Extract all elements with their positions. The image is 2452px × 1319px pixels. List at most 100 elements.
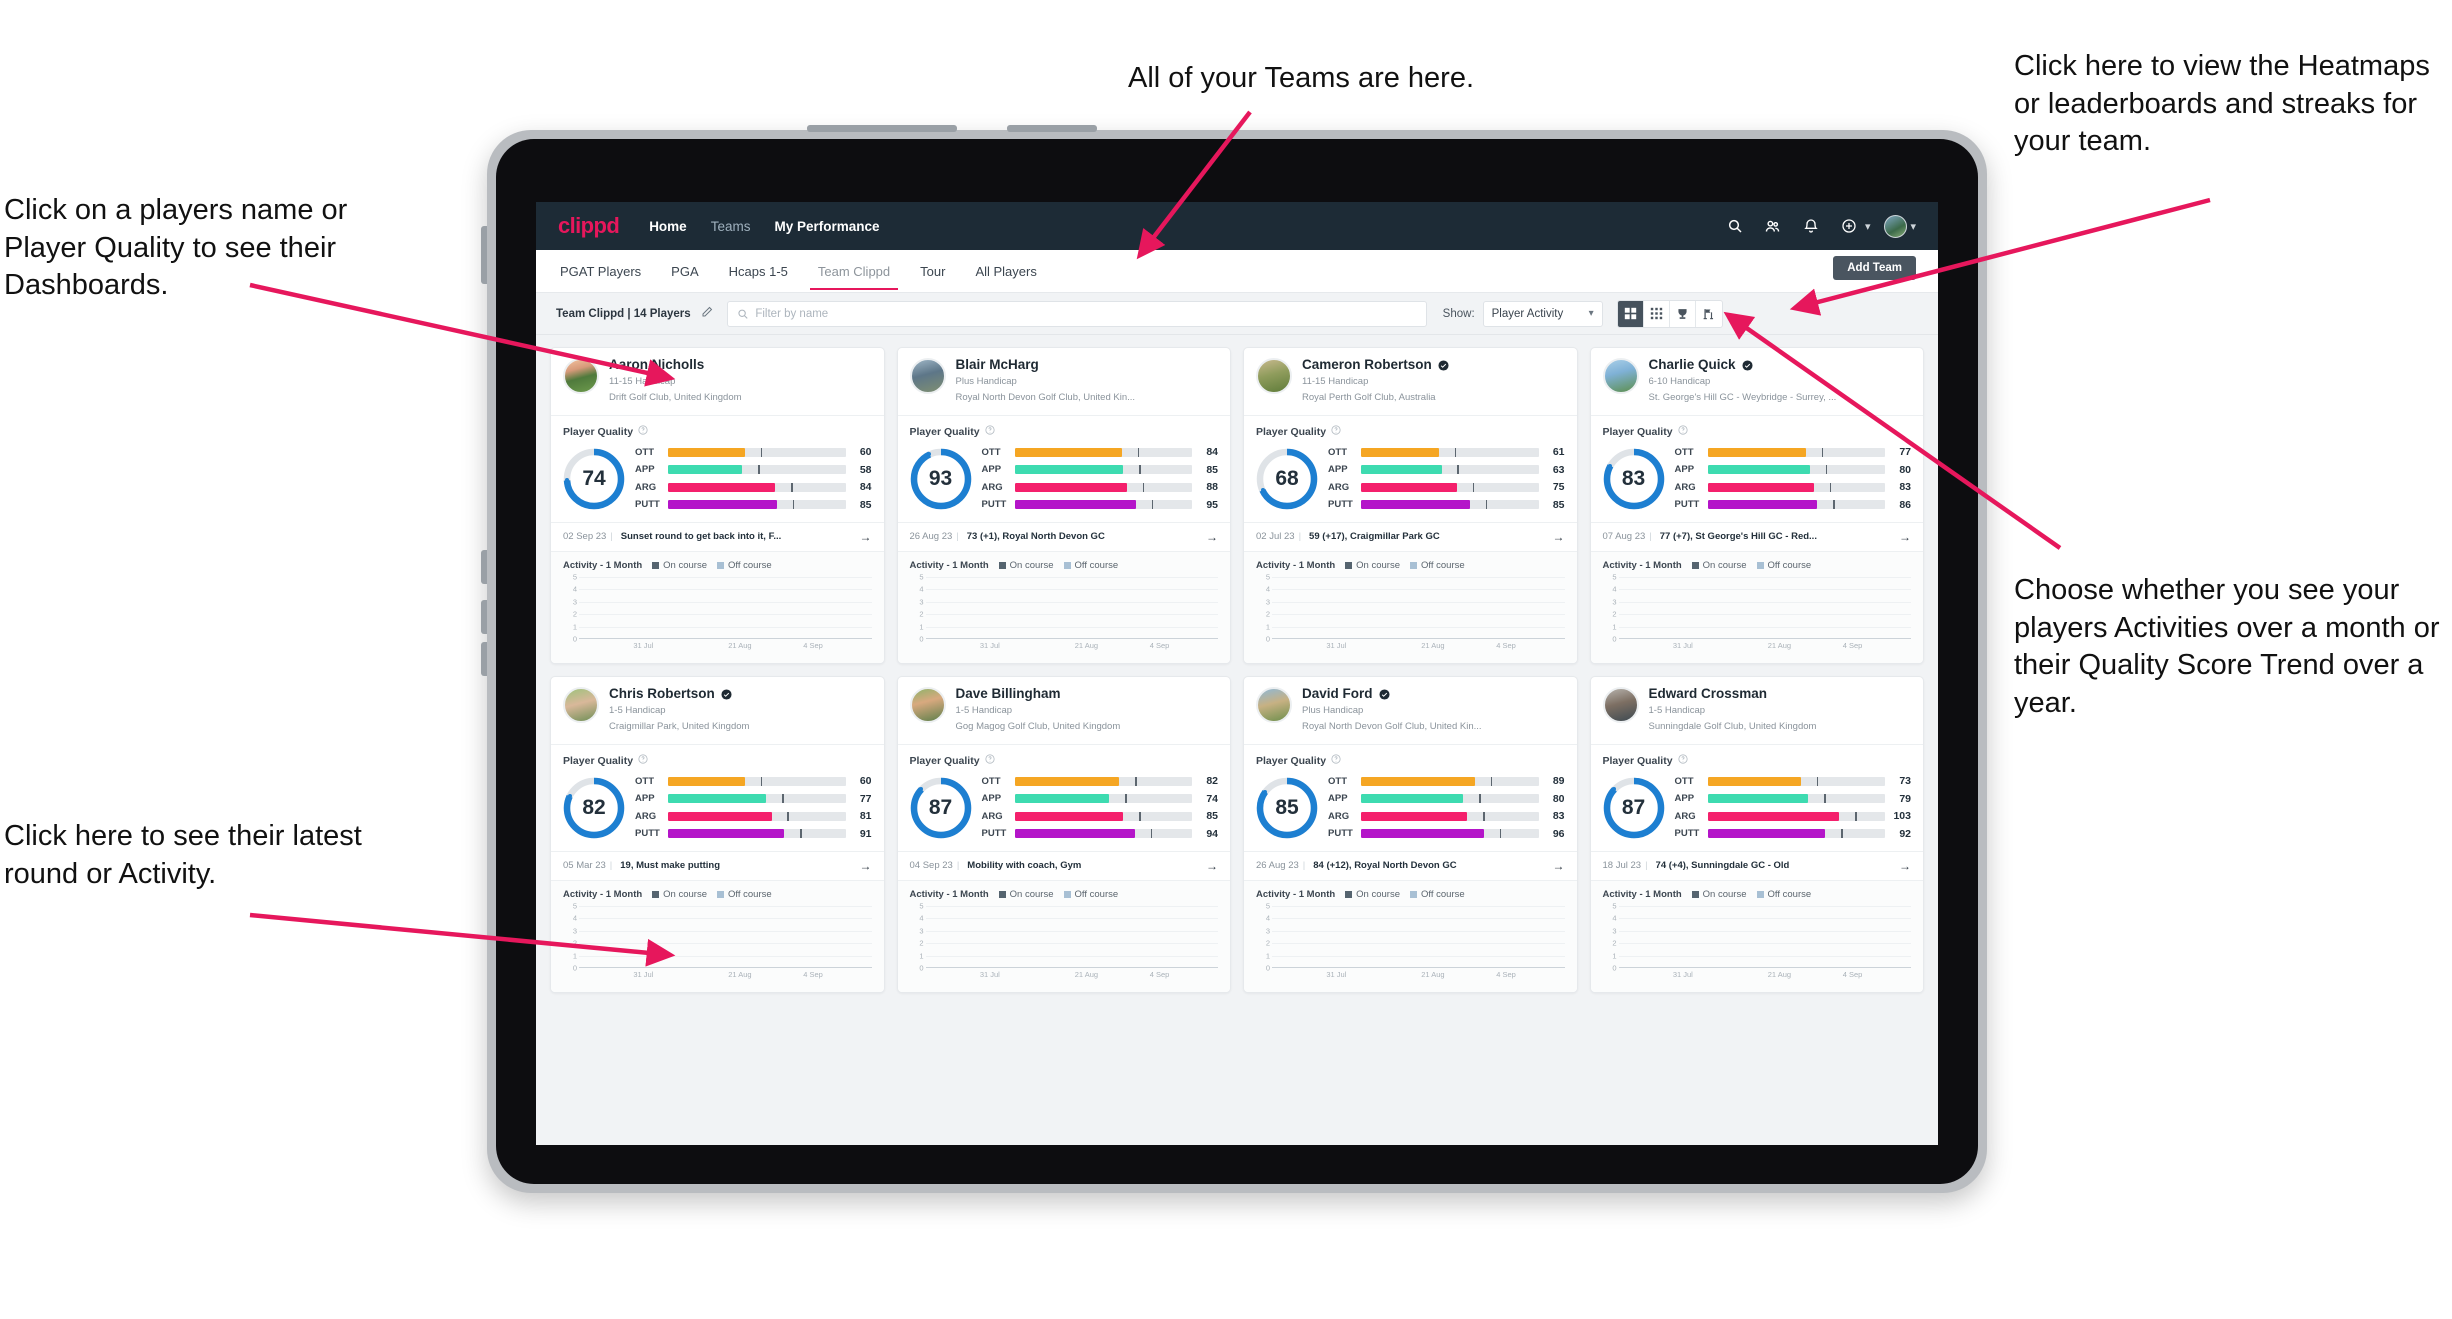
latest-round-row[interactable]: 04 Sep 23 | Mobility with coach, Gym → [897, 850, 1230, 880]
show-select[interactable]: Player Activity ▾ [1482, 300, 1603, 327]
y-tick-label: 5 [572, 572, 577, 582]
grid-view-button[interactable] [1617, 300, 1644, 327]
player-name[interactable]: Blair McHarg [956, 357, 1136, 373]
player-quality-section[interactable]: Player Quality 83 OTT 77 APP 80 ARG 83 PUTT 86 [1590, 415, 1923, 522]
latest-round-row[interactable]: 26 Aug 23 | 84 (+12), Royal North Devon GC… [1244, 850, 1577, 880]
search-input[interactable] [755, 307, 1417, 320]
metric-bar-fill [1014, 794, 1110, 804]
player-card[interactable]: Aaron Nicholls 11-15 Handicap Drift Golf C… [550, 347, 885, 664]
player-card[interactable]: Edward Crossman 1-5 Handicap Sunningdale G… [1589, 675, 1924, 993]
metric-bar-track [1014, 447, 1192, 457]
player-card[interactable]: Cameron Robertson 11-15 Handicap Royal Per… [1243, 347, 1578, 664]
player-card[interactable]: Charlie Quick 6-10 Handicap St. George's H… [1589, 347, 1924, 664]
tab-all-players[interactable]: All Players [973, 252, 1038, 290]
player-quality-section[interactable]: Player Quality 82 OTT 60 APP 77 ARG 81 PUTT 91 [551, 744, 884, 851]
help-icon[interactable] [1331, 425, 1341, 438]
metric-row: APP 74 [982, 792, 1219, 806]
plus-circle-icon[interactable] [1836, 213, 1862, 239]
tab-hcaps-1-5[interactable]: Hcaps 1-5 [727, 252, 790, 290]
arrow-right-icon[interactable]: → [852, 530, 872, 544]
tab-pga[interactable]: PGA [669, 252, 700, 290]
help-icon[interactable] [638, 754, 648, 767]
search-input-wrapper[interactable] [726, 300, 1427, 327]
player-card-header[interactable]: David Ford Plus Handicap Royal North Devon… [1244, 677, 1577, 744]
player-quality-section[interactable]: Player Quality 68 OTT 61 APP 63 ARG 75 PUTT 85 [1244, 415, 1577, 522]
latest-round-row[interactable]: 26 Aug 23 | 73 (+1), Royal North Devon GC → [897, 521, 1230, 551]
help-icon[interactable] [984, 425, 995, 438]
help-icon[interactable] [1331, 754, 1341, 767]
chevron-down-icon[interactable]: ▾ [1910, 220, 1916, 233]
quality-ring[interactable]: 74 [563, 448, 625, 510]
quality-ring[interactable]: 82 [563, 777, 625, 839]
metric-bar-fill [1707, 500, 1818, 510]
tablet-bezel: clippd Home Teams My Performance ▾ ▾ PGA… [496, 139, 1978, 1184]
player-quality-section[interactable]: Player Quality 93 OTT 84 APP 85 ARG 88 PUTT 95 [897, 415, 1230, 522]
arrow-right-icon[interactable]: → [1198, 530, 1218, 544]
quality-ring[interactable]: 85 [1256, 777, 1318, 839]
avatar[interactable] [1884, 214, 1908, 238]
arrow-right-icon[interactable]: → [1891, 530, 1911, 544]
edit-pencil-icon[interactable] [701, 305, 713, 323]
latest-round-row[interactable]: 18 Jul 23 | 74 (+4), Sunningdale GC - Old → [1590, 850, 1923, 880]
quality-ring[interactable]: 87 [1603, 777, 1665, 839]
quality-ring[interactable]: 93 [910, 448, 972, 510]
x-tick-label: 4 Sep [1842, 640, 1863, 650]
player-quality-section[interactable]: Player Quality 87 OTT 73 APP 79 ARG 103 PUTT 92 [1590, 744, 1923, 851]
latest-round-row[interactable]: 05 Mar 23 | 19, Must make putting → [551, 850, 884, 880]
tab-tour[interactable]: Tour [918, 252, 947, 290]
trophy-view-button[interactable] [1670, 300, 1696, 327]
bell-icon[interactable] [1798, 213, 1824, 239]
player-card-header[interactable]: Charlie Quick 6-10 Handicap St. George's H… [1591, 348, 1924, 415]
add-team-button[interactable]: Add Team [1833, 256, 1916, 280]
clippd-logo[interactable]: clippd [558, 213, 620, 239]
player-name[interactable]: Charlie Quick [1649, 357, 1837, 373]
search-icon[interactable] [1722, 213, 1748, 239]
player-card-header[interactable]: Chris Robertson 1-5 Handicap Craigmillar P… [551, 677, 884, 744]
help-icon[interactable] [1677, 425, 1688, 438]
round-date: 07 Aug 23 [1602, 531, 1646, 543]
tab-pgat-players[interactable]: PGAT Players [558, 252, 643, 290]
leaderboard-view-button[interactable] [1696, 301, 1722, 327]
help-icon[interactable] [1677, 754, 1688, 767]
player-card[interactable]: Dave Billingham 1-5 Handicap Gog Magog Gol… [896, 675, 1231, 993]
latest-round-row[interactable]: 02 Jul 23 | 59 (+17), Craigmillar Park GC → [1244, 521, 1577, 551]
metric-bar-fill [1707, 482, 1814, 492]
nav-home[interactable]: Home [649, 219, 687, 234]
dots-grid-view-button[interactable] [1644, 300, 1670, 327]
latest-round-row[interactable]: 02 Sep 23 | Sunset round to get back into … [551, 521, 884, 551]
player-quality-section[interactable]: Player Quality 85 OTT 89 APP 80 ARG 83 PUTT 96 [1244, 744, 1577, 851]
player-name[interactable]: Edward Crossman [1649, 686, 1817, 702]
player-card-header[interactable]: Dave Billingham 1-5 Handicap Gog Magog Gol… [898, 677, 1231, 744]
nav-my-performance[interactable]: My Performance [774, 219, 879, 234]
player-name[interactable]: Chris Robertson [609, 686, 749, 702]
arrow-right-icon[interactable]: → [1198, 859, 1218, 873]
player-card-header[interactable]: Blair McHarg Plus Handicap Royal North Dev… [898, 348, 1231, 415]
arrow-right-icon[interactable]: → [1545, 859, 1565, 873]
arrow-right-icon[interactable]: → [1545, 530, 1565, 544]
player-quality-section[interactable]: Player Quality 87 OTT 82 APP 74 ARG 85 PUTT 94 [897, 744, 1230, 851]
latest-round-row[interactable]: 07 Aug 23 | 77 (+7), St George's Hill GC -… [1590, 521, 1923, 551]
player-card-header[interactable]: Cameron Robertson 11-15 Handicap Royal Per… [1244, 348, 1577, 415]
tab-team-clippd[interactable]: Team Clippd [809, 252, 899, 290]
player-card-header[interactable]: Edward Crossman 1-5 Handicap Sunningdale G… [1591, 677, 1924, 744]
chevron-down-icon[interactable]: ▾ [1865, 220, 1871, 233]
player-quality-section[interactable]: Player Quality 74 OTT 60 APP 58 ARG 84 PUTT 85 [551, 415, 884, 522]
help-icon[interactable] [638, 425, 648, 438]
player-card-header[interactable]: Aaron Nicholls 11-15 Handicap Drift Golf C… [551, 348, 884, 415]
arrow-right-icon[interactable]: → [1891, 859, 1911, 873]
arrow-right-icon[interactable]: → [852, 859, 872, 873]
player-name[interactable]: Aaron Nicholls [609, 357, 742, 373]
player-name[interactable]: Dave Billingham [956, 686, 1121, 702]
player-card[interactable]: David Ford Plus Handicap Royal North Devon… [1243, 675, 1578, 993]
quality-ring[interactable]: 83 [1603, 448, 1665, 510]
quality-ring[interactable]: 68 [1256, 448, 1318, 510]
quality-ring[interactable]: 87 [910, 777, 972, 839]
player-card[interactable]: Blair McHarg Plus Handicap Royal North Dev… [896, 347, 1231, 664]
player-card[interactable]: Chris Robertson 1-5 Handicap Craigmillar P… [550, 675, 885, 993]
people-icon[interactable] [1760, 213, 1786, 239]
metric-value: 85 [1206, 463, 1218, 476]
player-name[interactable]: David Ford [1302, 686, 1482, 702]
player-name[interactable]: Cameron Robertson [1302, 357, 1449, 373]
help-icon[interactable] [984, 754, 995, 767]
nav-teams[interactable]: Teams [711, 219, 751, 234]
